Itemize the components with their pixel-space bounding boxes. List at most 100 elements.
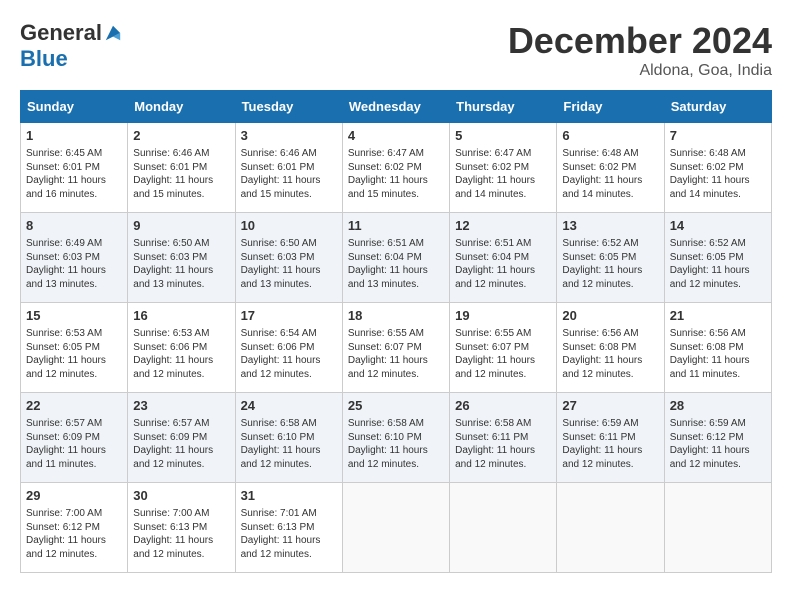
- calendar-cell: 21 Sunrise: 6:56 AM Sunset: 6:08 PM Dayl…: [664, 303, 771, 393]
- day-info: Sunrise: 6:45 AM Sunset: 6:01 PM Dayligh…: [26, 147, 122, 201]
- calendar-cell: 31 Sunrise: 7:01 AM Sunset: 6:13 PM Dayl…: [235, 483, 342, 573]
- day-info: Sunrise: 6:53 AM Sunset: 6:06 PM Dayligh…: [133, 327, 229, 381]
- day-number: 3: [241, 127, 337, 145]
- week-row-5: 29 Sunrise: 7:00 AM Sunset: 6:12 PM Dayl…: [21, 483, 772, 573]
- calendar-cell: 26 Sunrise: 6:58 AM Sunset: 6:11 PM Dayl…: [450, 393, 557, 483]
- day-info: Sunrise: 6:55 AM Sunset: 6:07 PM Dayligh…: [348, 327, 444, 381]
- calendar-cell: 24 Sunrise: 6:58 AM Sunset: 6:10 PM Dayl…: [235, 393, 342, 483]
- day-info: Sunrise: 6:50 AM Sunset: 6:03 PM Dayligh…: [133, 237, 229, 291]
- calendar-cell: 1 Sunrise: 6:45 AM Sunset: 6:01 PM Dayli…: [21, 123, 128, 213]
- day-info: Sunrise: 6:46 AM Sunset: 6:01 PM Dayligh…: [241, 147, 337, 201]
- day-number: 15: [26, 307, 122, 325]
- calendar-cell: 20 Sunrise: 6:56 AM Sunset: 6:08 PM Dayl…: [557, 303, 664, 393]
- calendar-header-row: SundayMondayTuesdayWednesdayThursdayFrid…: [21, 91, 772, 123]
- calendar-cell: 13 Sunrise: 6:52 AM Sunset: 6:05 PM Dayl…: [557, 213, 664, 303]
- day-info: Sunrise: 6:46 AM Sunset: 6:01 PM Dayligh…: [133, 147, 229, 201]
- day-number: 27: [562, 397, 658, 415]
- week-row-2: 8 Sunrise: 6:49 AM Sunset: 6:03 PM Dayli…: [21, 213, 772, 303]
- header-monday: Monday: [128, 91, 235, 123]
- day-number: 23: [133, 397, 229, 415]
- day-info: Sunrise: 6:49 AM Sunset: 6:03 PM Dayligh…: [26, 237, 122, 291]
- header-friday: Friday: [557, 91, 664, 123]
- calendar-cell: 12 Sunrise: 6:51 AM Sunset: 6:04 PM Dayl…: [450, 213, 557, 303]
- logo-general: General: [20, 20, 102, 46]
- calendar-cell: 19 Sunrise: 6:55 AM Sunset: 6:07 PM Dayl…: [450, 303, 557, 393]
- header-tuesday: Tuesday: [235, 91, 342, 123]
- day-number: 17: [241, 307, 337, 325]
- header-wednesday: Wednesday: [342, 91, 449, 123]
- calendar-cell: 22 Sunrise: 6:57 AM Sunset: 6:09 PM Dayl…: [21, 393, 128, 483]
- day-number: 28: [670, 397, 766, 415]
- calendar-cell: 8 Sunrise: 6:49 AM Sunset: 6:03 PM Dayli…: [21, 213, 128, 303]
- month-title: December 2024 Aldona, Goa, India: [508, 20, 772, 80]
- day-info: Sunrise: 6:52 AM Sunset: 6:05 PM Dayligh…: [562, 237, 658, 291]
- calendar-cell: 2 Sunrise: 6:46 AM Sunset: 6:01 PM Dayli…: [128, 123, 235, 213]
- calendar-cell: 11 Sunrise: 6:51 AM Sunset: 6:04 PM Dayl…: [342, 213, 449, 303]
- day-number: 18: [348, 307, 444, 325]
- calendar-cell: 18 Sunrise: 6:55 AM Sunset: 6:07 PM Dayl…: [342, 303, 449, 393]
- day-info: Sunrise: 6:57 AM Sunset: 6:09 PM Dayligh…: [133, 417, 229, 471]
- logo: General Blue: [20, 20, 122, 72]
- calendar-cell: 28 Sunrise: 6:59 AM Sunset: 6:12 PM Dayl…: [664, 393, 771, 483]
- day-number: 6: [562, 127, 658, 145]
- day-info: Sunrise: 6:53 AM Sunset: 6:05 PM Dayligh…: [26, 327, 122, 381]
- day-number: 7: [670, 127, 766, 145]
- day-info: Sunrise: 6:59 AM Sunset: 6:12 PM Dayligh…: [670, 417, 766, 471]
- day-info: Sunrise: 6:57 AM Sunset: 6:09 PM Dayligh…: [26, 417, 122, 471]
- day-info: Sunrise: 6:56 AM Sunset: 6:08 PM Dayligh…: [670, 327, 766, 381]
- calendar-cell: 27 Sunrise: 6:59 AM Sunset: 6:11 PM Dayl…: [557, 393, 664, 483]
- day-info: Sunrise: 6:58 AM Sunset: 6:10 PM Dayligh…: [241, 417, 337, 471]
- day-info: Sunrise: 6:58 AM Sunset: 6:11 PM Dayligh…: [455, 417, 551, 471]
- day-info: Sunrise: 6:58 AM Sunset: 6:10 PM Dayligh…: [348, 417, 444, 471]
- header-sunday: Sunday: [21, 91, 128, 123]
- day-number: 1: [26, 127, 122, 145]
- day-number: 30: [133, 487, 229, 505]
- calendar-cell: 16 Sunrise: 6:53 AM Sunset: 6:06 PM Dayl…: [128, 303, 235, 393]
- day-info: Sunrise: 6:47 AM Sunset: 6:02 PM Dayligh…: [348, 147, 444, 201]
- day-number: 10: [241, 217, 337, 235]
- calendar-cell: 23 Sunrise: 6:57 AM Sunset: 6:09 PM Dayl…: [128, 393, 235, 483]
- day-info: Sunrise: 6:59 AM Sunset: 6:11 PM Dayligh…: [562, 417, 658, 471]
- calendar-cell: 25 Sunrise: 6:58 AM Sunset: 6:10 PM Dayl…: [342, 393, 449, 483]
- header-saturday: Saturday: [664, 91, 771, 123]
- day-info: Sunrise: 6:51 AM Sunset: 6:04 PM Dayligh…: [455, 237, 551, 291]
- calendar-cell: 29 Sunrise: 7:00 AM Sunset: 6:12 PM Dayl…: [21, 483, 128, 573]
- day-number: 21: [670, 307, 766, 325]
- calendar-cell: 17 Sunrise: 6:54 AM Sunset: 6:06 PM Dayl…: [235, 303, 342, 393]
- calendar-cell: [450, 483, 557, 573]
- day-info: Sunrise: 7:00 AM Sunset: 6:12 PM Dayligh…: [26, 507, 122, 561]
- day-number: 20: [562, 307, 658, 325]
- calendar-cell: 7 Sunrise: 6:48 AM Sunset: 6:02 PM Dayli…: [664, 123, 771, 213]
- header-thursday: Thursday: [450, 91, 557, 123]
- day-number: 25: [348, 397, 444, 415]
- calendar-cell: 5 Sunrise: 6:47 AM Sunset: 6:02 PM Dayli…: [450, 123, 557, 213]
- calendar-subtitle: Aldona, Goa, India: [508, 62, 772, 80]
- week-row-1: 1 Sunrise: 6:45 AM Sunset: 6:01 PM Dayli…: [21, 123, 772, 213]
- day-number: 12: [455, 217, 551, 235]
- day-number: 4: [348, 127, 444, 145]
- day-info: Sunrise: 6:52 AM Sunset: 6:05 PM Dayligh…: [670, 237, 766, 291]
- day-info: Sunrise: 6:48 AM Sunset: 6:02 PM Dayligh…: [562, 147, 658, 201]
- day-number: 11: [348, 217, 444, 235]
- calendar-cell: [557, 483, 664, 573]
- day-number: 2: [133, 127, 229, 145]
- calendar-cell: 10 Sunrise: 6:50 AM Sunset: 6:03 PM Dayl…: [235, 213, 342, 303]
- day-info: Sunrise: 6:51 AM Sunset: 6:04 PM Dayligh…: [348, 237, 444, 291]
- calendar-cell: 30 Sunrise: 7:00 AM Sunset: 6:13 PM Dayl…: [128, 483, 235, 573]
- logo-icon: [104, 24, 122, 42]
- calendar-cell: 6 Sunrise: 6:48 AM Sunset: 6:02 PM Dayli…: [557, 123, 664, 213]
- calendar-cell: 3 Sunrise: 6:46 AM Sunset: 6:01 PM Dayli…: [235, 123, 342, 213]
- calendar-table: SundayMondayTuesdayWednesdayThursdayFrid…: [20, 90, 772, 573]
- day-info: Sunrise: 7:00 AM Sunset: 6:13 PM Dayligh…: [133, 507, 229, 561]
- day-number: 5: [455, 127, 551, 145]
- day-number: 22: [26, 397, 122, 415]
- day-number: 16: [133, 307, 229, 325]
- header: General Blue December 2024 Aldona, Goa, …: [20, 20, 772, 80]
- day-info: Sunrise: 6:54 AM Sunset: 6:06 PM Dayligh…: [241, 327, 337, 381]
- week-row-4: 22 Sunrise: 6:57 AM Sunset: 6:09 PM Dayl…: [21, 393, 772, 483]
- week-row-3: 15 Sunrise: 6:53 AM Sunset: 6:05 PM Dayl…: [21, 303, 772, 393]
- day-number: 24: [241, 397, 337, 415]
- day-number: 26: [455, 397, 551, 415]
- day-info: Sunrise: 6:50 AM Sunset: 6:03 PM Dayligh…: [241, 237, 337, 291]
- day-info: Sunrise: 6:55 AM Sunset: 6:07 PM Dayligh…: [455, 327, 551, 381]
